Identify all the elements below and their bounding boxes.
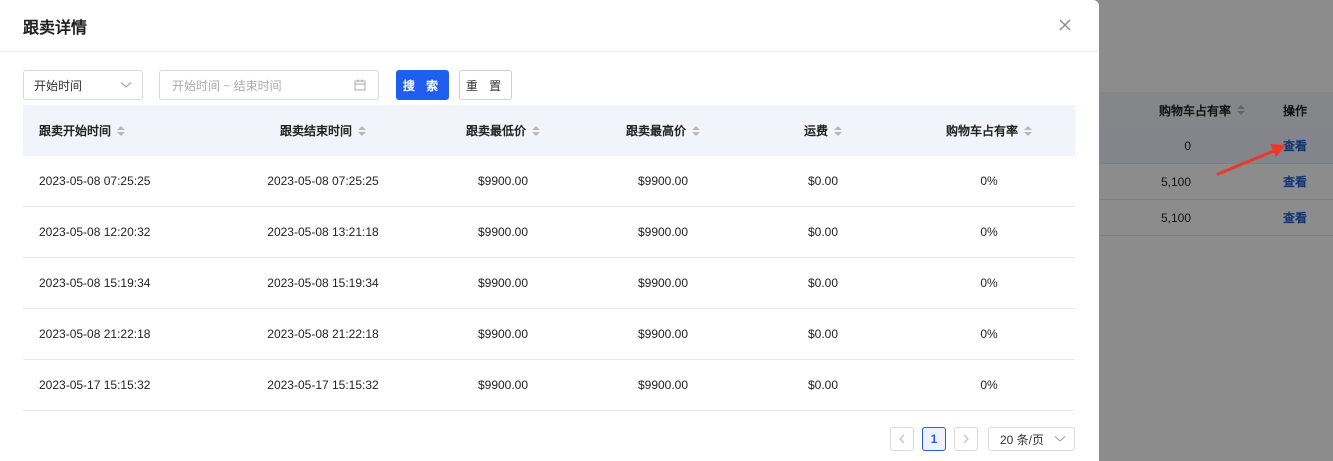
- col-header-max-price[interactable]: 跟卖最高价: [583, 122, 743, 139]
- sort-icon[interactable]: [532, 125, 540, 136]
- table-row: 2023-05-08 15:19:34 2023-05-08 15:19:34 …: [23, 258, 1075, 309]
- chevron-down-icon: [1054, 436, 1066, 442]
- time-field-select[interactable]: 开始时间: [23, 70, 143, 100]
- col-header-min-price[interactable]: 跟卖最低价: [423, 122, 583, 139]
- sort-icon[interactable]: [1024, 125, 1032, 136]
- follow-sell-detail-modal: 跟卖详情 开始时间 开始时间 ~ 结束时间 搜 索 重 置 跟卖开始时间 跟卖结…: [0, 0, 1099, 461]
- col-header-start-time[interactable]: 跟卖开始时间: [23, 122, 223, 139]
- next-page-button[interactable]: [954, 427, 978, 451]
- cell-buybox-rate: 0%: [980, 174, 998, 188]
- cell-shipping: $0.00: [807, 378, 839, 392]
- follow-sell-table: 跟卖开始时间 跟卖结束时间 跟卖最低价 跟卖最高价 运费 购物车占有率 2023…: [23, 105, 1075, 411]
- cell-min-price: $9900.00: [477, 225, 529, 239]
- pagination: 1 20 条/页: [890, 427, 1075, 451]
- cell-max-price: $9900.00: [637, 174, 689, 188]
- filter-toolbar: 开始时间 开始时间 ~ 结束时间 搜 索 重 置: [23, 70, 512, 100]
- chevron-left-icon: [899, 434, 905, 444]
- cell-min-price: $9900.00: [477, 276, 529, 290]
- cell-max-price: $9900.00: [637, 276, 689, 290]
- page-size-value: 20 条/页: [1000, 432, 1045, 447]
- col-header-end-time[interactable]: 跟卖结束时间: [223, 122, 423, 139]
- calendar-icon: [354, 79, 366, 91]
- col-header-shipping[interactable]: 运费: [743, 122, 903, 139]
- cell-max-price: $9900.00: [637, 225, 689, 239]
- cell-min-price: $9900.00: [477, 378, 529, 392]
- chevron-right-icon: [963, 434, 969, 444]
- table-row: 2023-05-08 07:25:25 2023-05-08 07:25:25 …: [23, 156, 1075, 207]
- annotation-arrow-icon: [1216, 144, 1286, 176]
- modal-title: 跟卖详情: [23, 19, 88, 37]
- sort-icon[interactable]: [117, 125, 126, 136]
- cell-shipping: $0.00: [807, 327, 839, 341]
- cell-shipping: $0.00: [807, 174, 839, 188]
- chevron-down-icon: [120, 82, 132, 88]
- cell-start-time: 2023-05-17 15:15:32: [39, 378, 151, 392]
- reset-button[interactable]: 重 置: [459, 70, 512, 100]
- date-range-picker[interactable]: 开始时间 ~ 结束时间: [159, 70, 379, 100]
- table-header: 跟卖开始时间 跟卖结束时间 跟卖最低价 跟卖最高价 运费 购物车占有率: [23, 105, 1075, 156]
- cell-start-time: 2023-05-08 12:20:32: [39, 225, 151, 239]
- cell-end-time: 2023-05-08 15:19:34: [267, 276, 379, 290]
- sort-icon[interactable]: [358, 125, 366, 136]
- cell-buybox-rate: 0%: [980, 378, 998, 392]
- cell-shipping: $0.00: [807, 276, 839, 290]
- prev-page-button[interactable]: [890, 427, 914, 451]
- cell-min-price: $9900.00: [477, 327, 529, 341]
- cell-end-time: 2023-05-17 15:15:32: [267, 378, 379, 392]
- date-range-placeholder: 开始时间 ~ 结束时间: [172, 78, 282, 93]
- cell-end-time: 2023-05-08 13:21:18: [267, 225, 379, 239]
- cell-min-price: $9900.00: [477, 174, 529, 188]
- cell-buybox-rate: 0%: [980, 327, 998, 341]
- cell-start-time: 2023-05-08 15:19:34: [39, 276, 151, 290]
- table-row: 2023-05-17 15:15:32 2023-05-17 15:15:32 …: [23, 360, 1075, 411]
- table-row: 2023-05-08 12:20:32 2023-05-08 13:21:18 …: [23, 207, 1075, 258]
- col-header-buybox-rate[interactable]: 购物车占有率: [903, 122, 1075, 139]
- cell-end-time: 2023-05-08 21:22:18: [267, 327, 379, 341]
- sort-icon[interactable]: [834, 125, 842, 136]
- cell-buybox-rate: 0%: [980, 225, 998, 239]
- close-icon[interactable]: [1057, 17, 1073, 33]
- search-button[interactable]: 搜 索: [396, 70, 449, 100]
- cell-max-price: $9900.00: [637, 378, 689, 392]
- sort-icon[interactable]: [692, 125, 700, 136]
- modal-header: 跟卖详情: [0, 0, 1099, 52]
- cell-buybox-rate: 0%: [980, 276, 998, 290]
- cell-shipping: $0.00: [807, 225, 839, 239]
- cell-max-price: $9900.00: [637, 327, 689, 341]
- table-row: 2023-05-08 21:22:18 2023-05-08 21:22:18 …: [23, 309, 1075, 360]
- page-number-button[interactable]: 1: [922, 427, 946, 451]
- page-size-select[interactable]: 20 条/页: [988, 427, 1075, 451]
- cell-start-time: 2023-05-08 07:25:25: [39, 174, 151, 188]
- time-field-select-value: 开始时间: [34, 78, 83, 93]
- cell-end-time: 2023-05-08 07:25:25: [267, 174, 379, 188]
- cell-start-time: 2023-05-08 21:22:18: [39, 327, 151, 341]
